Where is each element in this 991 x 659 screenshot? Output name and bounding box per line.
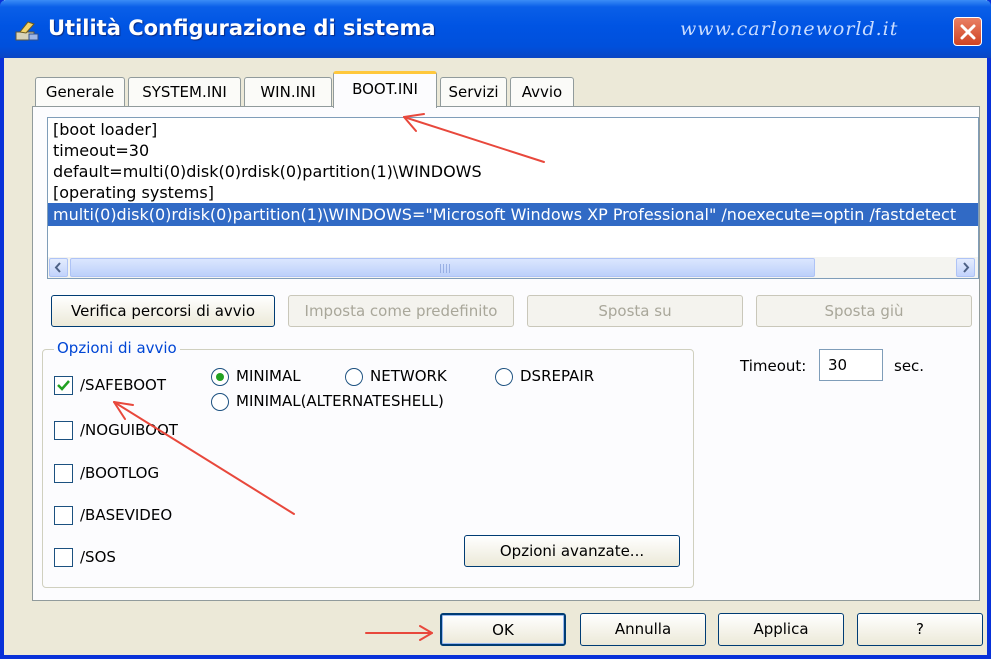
list-item[interactable]: default=multi(0)disk(0)rdisk(0)partition… — [51, 160, 484, 183]
checkmark-icon — [57, 380, 70, 391]
safeboot-label: /SAFEBOOT — [80, 376, 167, 394]
tab-boot-ini[interactable]: BOOT.INI — [333, 71, 437, 108]
basevideo-checkbox[interactable] — [54, 506, 73, 525]
msconfig-app-icon — [14, 20, 40, 42]
chevron-right-icon — [963, 262, 970, 273]
boot-ini-listbox[interactable]: [boot loader] timeout=30 default=multi(0… — [47, 117, 979, 279]
scroll-right-button[interactable] — [956, 258, 975, 277]
arrow-to-ok-button — [365, 625, 433, 641]
basevideo-label: /BASEVIDEO — [80, 506, 173, 524]
radio-minimal[interactable] — [211, 368, 229, 386]
scroll-left-button[interactable] — [49, 258, 68, 277]
horizontal-scrollbar[interactable]: |||| — [48, 257, 978, 278]
set-default-button[interactable]: Imposta come predefinito — [288, 295, 514, 327]
close-button[interactable] — [953, 17, 982, 46]
list-item[interactable]: timeout=30 — [51, 139, 151, 162]
advanced-options-button[interactable]: Opzioni avanzate... — [464, 535, 680, 567]
radio-selected-dot — [216, 373, 224, 381]
close-icon — [960, 24, 976, 40]
tab-generale[interactable]: Generale — [35, 77, 125, 107]
bootlog-label: /BOOTLOG — [80, 464, 160, 482]
scroll-thumb[interactable]: |||| — [70, 258, 815, 277]
sos-checkbox[interactable] — [54, 548, 73, 567]
radio-minimal-label: MINIMAL — [236, 367, 301, 385]
boot-options-title: Opzioni di avvio — [54, 339, 180, 357]
timeout-unit: sec. — [894, 357, 925, 375]
tab-servizi[interactable]: Servizi — [440, 77, 507, 107]
tab-win-ini[interactable]: WIN.INI — [244, 77, 332, 107]
system-configuration-window: Utilità Configurazione di sistema www.ca… — [0, 0, 991, 659]
noguiboot-label: /NOGUIBOOT — [80, 421, 178, 439]
watermark: www.carloneworld.it — [680, 18, 899, 40]
noguiboot-checkbox[interactable] — [54, 421, 73, 440]
help-button[interactable]: ? — [857, 613, 983, 646]
radio-network[interactable] — [345, 368, 363, 386]
chevron-left-icon — [54, 262, 61, 273]
bootlog-checkbox[interactable] — [54, 464, 73, 483]
list-item[interactable]: [boot loader] — [51, 118, 159, 141]
move-up-button[interactable]: Sposta su — [527, 295, 743, 327]
ok-button[interactable]: OK — [440, 613, 566, 646]
safeboot-checkbox[interactable] — [54, 376, 73, 395]
grip-icon: |||| — [439, 264, 452, 274]
title-bar[interactable]: Utilità Configurazione di sistema www.ca… — [0, 0, 991, 58]
radio-dsrepair-label: DSREPAIR — [520, 367, 595, 385]
verify-boot-paths-button[interactable]: Verifica percorsi di avvio — [51, 295, 275, 327]
radio-dsrepair[interactable] — [495, 368, 513, 386]
window-title: Utilità Configurazione di sistema — [48, 16, 436, 40]
timeout-input[interactable]: 30 — [819, 349, 883, 381]
list-item[interactable]: [operating systems] — [51, 181, 216, 204]
radio-network-label: NETWORK — [370, 367, 447, 385]
radio-minimal-alternateshell-label: MINIMAL(ALTERNATESHELL) — [236, 392, 444, 410]
tab-system-ini[interactable]: SYSTEM.INI — [128, 77, 241, 107]
list-item-selected[interactable]: multi(0)disk(0)rdisk(0)partition(1)\WIND… — [48, 203, 978, 226]
sos-label: /SOS — [80, 548, 116, 566]
apply-button[interactable]: Applica — [718, 613, 844, 646]
cancel-button[interactable]: Annulla — [580, 613, 706, 646]
move-down-button[interactable]: Sposta giù — [756, 295, 972, 327]
timeout-label: Timeout: — [740, 357, 807, 375]
tab-avvio[interactable]: Avvio — [510, 77, 574, 107]
radio-minimal-alternateshell[interactable] — [211, 393, 229, 411]
